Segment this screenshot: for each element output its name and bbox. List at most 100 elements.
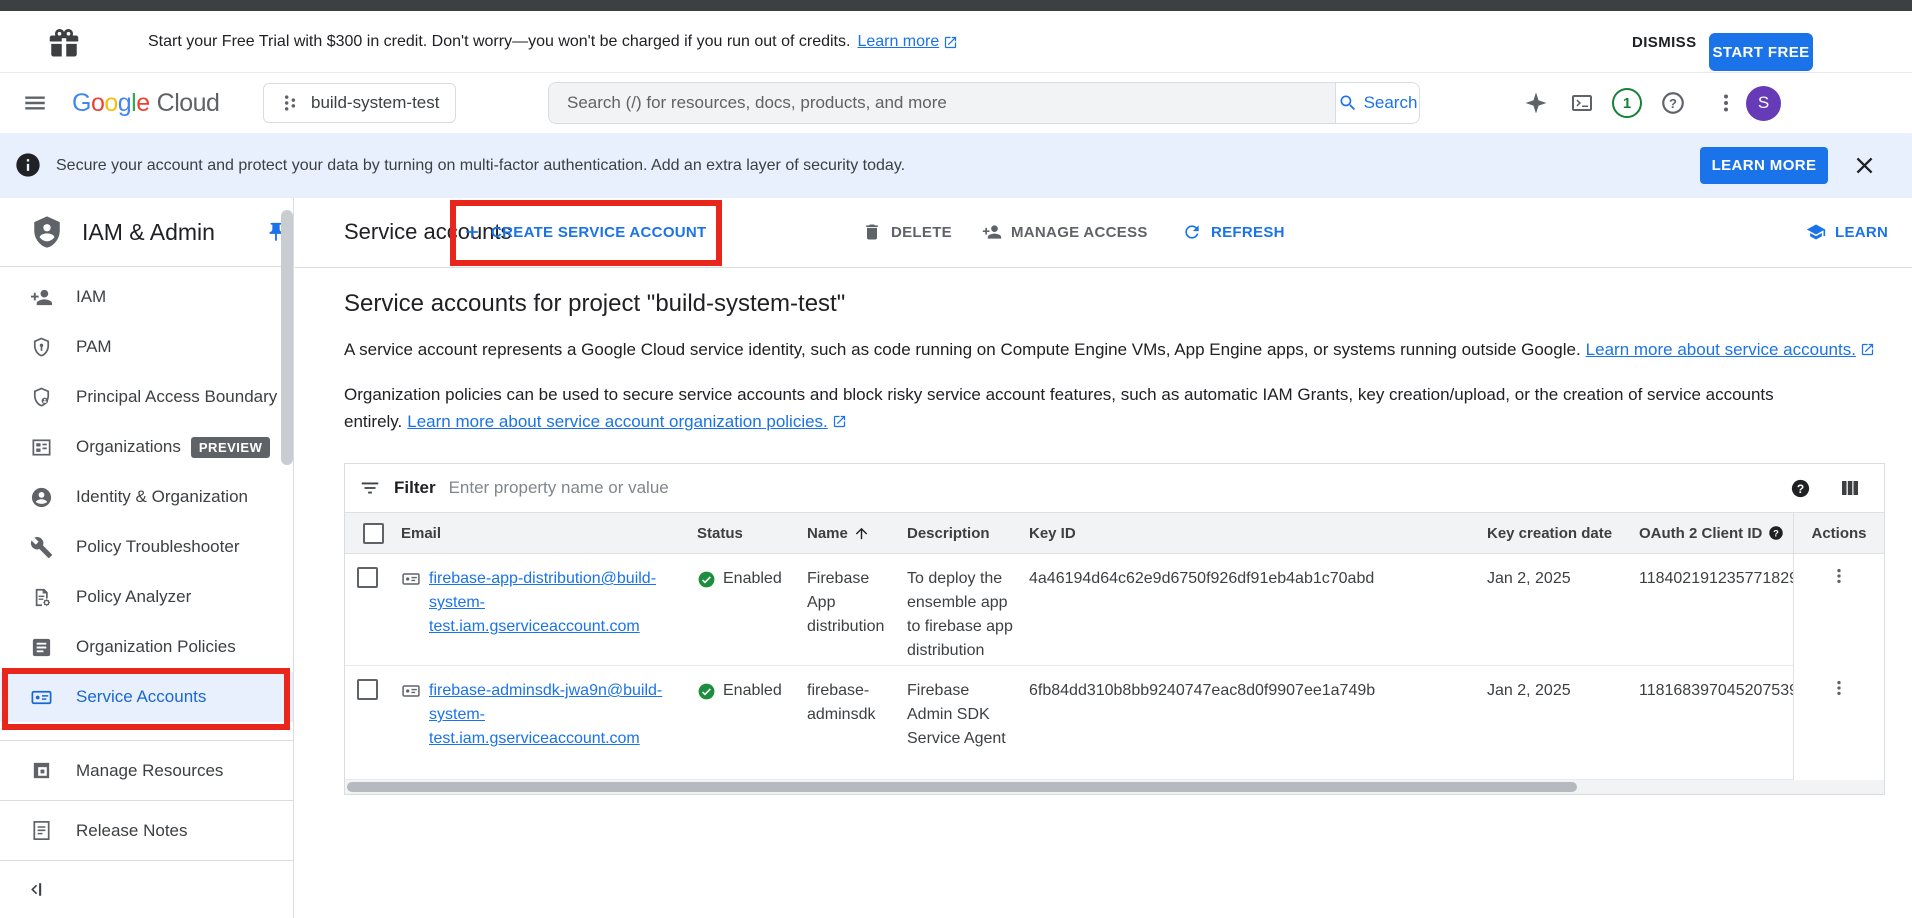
delete-button[interactable]: DELETE [862, 198, 952, 266]
organizations-icon [30, 436, 53, 459]
status-text: Enabled [723, 567, 782, 657]
enabled-check-icon [697, 570, 716, 589]
filter-icon [359, 477, 381, 499]
status-text: Enabled [723, 679, 782, 771]
shield-person-icon [30, 386, 53, 409]
sidebar-scrollbar[interactable] [281, 210, 293, 465]
sidebar-item-organizations[interactable]: Organizations PREVIEW [0, 422, 293, 472]
learn-button[interactable]: LEARN [1806, 198, 1888, 266]
browser-top-strip [0, 0, 1912, 11]
sidebar-item-principal-access-boundary[interactable]: Principal Access Boundary [0, 372, 293, 422]
filter-label: Filter [394, 478, 436, 498]
oauth2-client-id-cell: 118168397045207539 [1633, 666, 1793, 780]
plus-icon [462, 222, 482, 242]
google-cloud-console: Start your Free Trial with $300 in credi… [0, 0, 1912, 918]
wrench-icon [30, 536, 53, 559]
sidebar-nav: IAM PAM Principal Access Boundary Organi… [0, 267, 293, 722]
help-icon[interactable]: ? [1660, 73, 1686, 133]
column-header-email[interactable]: Email [395, 512, 691, 554]
gemini-sparkle-icon[interactable] [1524, 73, 1548, 133]
refresh-button[interactable]: REFRESH [1182, 198, 1285, 266]
close-icon[interactable] [1851, 152, 1878, 179]
gift-icon [46, 25, 82, 61]
notifications-badge[interactable]: 1 [1612, 73, 1642, 133]
manage-access-button[interactable]: MANAGE ACCESS [982, 198, 1148, 266]
help-icon[interactable]: ? [1767, 524, 1785, 542]
more-vert-icon[interactable] [1714, 73, 1738, 133]
column-header-key-creation-date[interactable]: Key creation date [1481, 512, 1633, 554]
content-heading: Service accounts for project "build-syst… [344, 290, 845, 318]
filter-input[interactable] [449, 478, 1776, 498]
sidebar-item-policy-analyzer[interactable]: Policy Analyzer [0, 572, 293, 622]
status-cell: Enabled [691, 554, 801, 666]
column-header-actions: Actions [1793, 512, 1884, 554]
school-icon [1806, 222, 1826, 242]
account-circle-icon [30, 486, 53, 509]
avatar-initial: S [1746, 86, 1781, 121]
service-accounts-table: Email Status Name Description Key ID Key… [345, 512, 1884, 780]
create-service-account-button[interactable]: CREATE SERVICE ACCOUNT [462, 198, 707, 266]
sidebar-item-identity-organization[interactable]: Identity & Organization [0, 472, 293, 522]
select-all-checkbox[interactable] [363, 523, 384, 544]
trash-icon [862, 222, 882, 242]
column-header-status[interactable]: Status [691, 512, 801, 554]
column-header-oauth2-client-id[interactable]: OAuth 2 Client ID ? [1633, 512, 1793, 554]
row-more-vert-icon[interactable] [1829, 678, 1849, 698]
iam-admin-shield-icon [30, 215, 64, 249]
external-link-icon [832, 414, 847, 429]
service-account-email-link[interactable]: firebase-adminsdk-jwa9n@build-system-tes… [429, 679, 683, 771]
start-free-button[interactable]: START FREE [1709, 33, 1813, 71]
external-link-icon [943, 35, 958, 50]
trial-learn-more-link[interactable]: Learn more [857, 33, 958, 51]
dismiss-button[interactable]: DISMISS [1622, 11, 1706, 73]
search-button[interactable]: Search [1335, 83, 1419, 123]
account-avatar[interactable]: S [1746, 73, 1781, 133]
learn-more-service-accounts-link[interactable]: Learn more about service accounts. [1586, 340, 1875, 359]
project-icon [280, 93, 300, 113]
horizontal-scrollbar-thumb[interactable] [347, 782, 1577, 792]
logo-letter: G [72, 89, 91, 118]
column-display-icon[interactable] [1838, 476, 1862, 500]
learn-more-org-policies-link[interactable]: Learn more about service account organiz… [407, 412, 847, 431]
hamburger-menu-icon[interactable] [20, 90, 50, 116]
project-selector[interactable]: build-system-test [263, 83, 456, 123]
toolbar-divider [295, 267, 1912, 268]
row-checkbox[interactable] [357, 679, 378, 700]
key-creation-date-cell: Jan 2, 2025 [1481, 554, 1633, 666]
sidebar-item-organization-policies[interactable]: Organization Policies [0, 622, 293, 672]
cloud-shell-icon[interactable] [1570, 73, 1594, 133]
logo-letter: o [91, 89, 104, 118]
header-checkbox-cell [345, 512, 395, 554]
release-notes-icon [30, 819, 53, 842]
svg-text:?: ? [1669, 96, 1677, 111]
sidebar-item-iam[interactable]: IAM [0, 272, 293, 322]
document-icon [30, 636, 53, 659]
column-header-key-id[interactable]: Key ID [1023, 512, 1481, 554]
google-cloud-logo[interactable]: Google Cloud [72, 73, 219, 133]
filter-help-icon[interactable]: ? [1789, 477, 1812, 500]
external-link-icon [1860, 342, 1875, 357]
svg-text:?: ? [1797, 481, 1804, 495]
key-id-cell: 6fb84dd310b8bb9240747eac8d0f9907ee1a749b [1023, 666, 1481, 780]
sidebar-item-manage-resources[interactable]: Manage Resources [0, 741, 293, 800]
enabled-check-icon [697, 682, 716, 701]
sidebar-item-service-accounts[interactable]: Service Accounts [0, 672, 293, 722]
logo-letter: e [136, 89, 149, 118]
learn-more-button[interactable]: LEARN MORE [1700, 147, 1828, 184]
description-cell: To deploy the ensemble app to firebase a… [901, 554, 1023, 666]
search-input[interactable] [549, 83, 1335, 123]
service-account-email-link[interactable]: firebase-app-distribution@build-system-t… [429, 567, 683, 657]
row-more-vert-icon[interactable] [1829, 566, 1849, 586]
sidebar-item-release-notes[interactable]: Release Notes [0, 801, 293, 860]
collapse-sidebar-button[interactable] [0, 861, 293, 918]
name-cell: firebase-adminsdk [801, 666, 901, 780]
row-checkbox[interactable] [357, 567, 378, 588]
column-header-description[interactable]: Description [901, 512, 1023, 554]
sidebar-item-pam[interactable]: PAM [0, 322, 293, 372]
sidebar-item-policy-troubleshooter[interactable]: Policy Troubleshooter [0, 522, 293, 572]
service-account-key-icon [401, 569, 421, 589]
column-header-name[interactable]: Name [801, 512, 901, 554]
shield-key-icon [30, 336, 53, 359]
security-banner: Secure your account and protect your dat… [0, 133, 1912, 198]
refresh-icon [1182, 222, 1202, 242]
